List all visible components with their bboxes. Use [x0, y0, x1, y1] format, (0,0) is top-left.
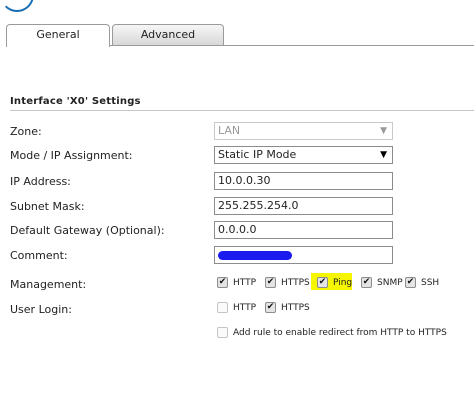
redirect-checkbox[interactable]	[217, 327, 228, 338]
management-https-label: HTTPS	[281, 278, 310, 288]
subnet-label: Subnet Mask:	[10, 200, 85, 213]
section-divider	[10, 110, 474, 111]
tab-advanced[interactable]: Advanced	[112, 24, 224, 45]
comment-label: Comment:	[10, 249, 68, 262]
gateway-row: Default Gateway (Optional): 0.0.0.0	[0, 221, 474, 241]
management-http-label: HTTP	[233, 278, 257, 288]
subnet-mask-input[interactable]: 255.255.254.0	[214, 197, 393, 215]
chevron-down-icon: ▼	[380, 126, 387, 136]
zone-label: Zone:	[10, 125, 42, 138]
mode-select[interactable]: Static IP Mode ▼	[214, 146, 393, 164]
user-login-row: User Login: HTTP ✔ HTTPS	[0, 300, 474, 320]
gateway-input[interactable]: 0.0.0.0	[214, 221, 393, 239]
management-row: Management: ✔ HTTP ✔ HTTPS ✔ Ping ✔ SNMP…	[0, 273, 474, 295]
management-http-checkbox[interactable]: ✔	[217, 277, 228, 288]
management-ping-checkbox[interactable]: ✔	[317, 277, 328, 288]
zone-select[interactable]: LAN ▼	[214, 122, 393, 140]
mode-row: Mode / IP Assignment: Static IP Mode ▼	[0, 146, 474, 166]
management-ssh-checkbox[interactable]: ✔	[405, 277, 416, 288]
mode-label: Mode / IP Assignment:	[10, 149, 133, 162]
management-label: Management:	[10, 278, 87, 291]
user-login-http-label: HTTP	[233, 303, 257, 313]
gateway-label: Default Gateway (Optional):	[10, 224, 165, 237]
ip-row: IP Address: 10.0.0.30	[0, 172, 474, 192]
management-ssh-label: SSH	[421, 278, 440, 288]
management-snmp-checkbox[interactable]: ✔	[361, 277, 372, 288]
management-snmp-label: SNMP	[377, 278, 403, 288]
tab-general[interactable]: General	[6, 24, 110, 47]
subnet-row: Subnet Mask: 255.255.254.0	[0, 197, 474, 217]
user-login-https-label: HTTPS	[281, 303, 310, 313]
mode-value: Static IP Mode	[218, 148, 297, 161]
management-https-checkbox[interactable]: ✔	[265, 277, 276, 288]
ip-label: IP Address:	[10, 175, 71, 188]
management-ping-label: Ping	[333, 278, 353, 288]
zone-value: LAN	[218, 124, 241, 137]
redirect-row: Add rule to enable redirect from HTTP to…	[0, 325, 474, 345]
comment-input[interactable]	[214, 246, 393, 264]
redaction-scribble	[218, 251, 292, 260]
comment-row: Comment:	[0, 246, 474, 266]
section-title: Interface 'X0' Settings	[10, 96, 141, 107]
user-login-http-checkbox[interactable]	[217, 302, 228, 313]
redirect-label: Add rule to enable redirect from HTTP to…	[233, 328, 447, 338]
chevron-down-icon: ▼	[380, 150, 387, 160]
user-login-label: User Login:	[10, 303, 72, 316]
logo-arc	[0, 0, 34, 12]
user-login-https-checkbox[interactable]: ✔	[265, 302, 276, 313]
ip-address-input[interactable]: 10.0.0.30	[214, 172, 393, 190]
zone-row: Zone: LAN ▼	[0, 122, 474, 142]
